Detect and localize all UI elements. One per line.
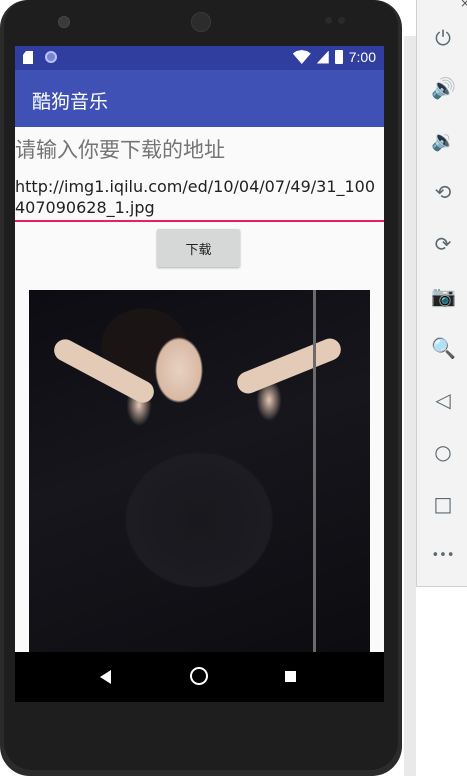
signal-icon bbox=[316, 50, 329, 64]
phone-top-bezel bbox=[0, 0, 402, 46]
camera-icon[interactable]: 📷 bbox=[431, 284, 456, 308]
window-strip bbox=[404, 36, 416, 776]
back-icon[interactable]: ◁ bbox=[431, 388, 455, 412]
proximity-sensor bbox=[325, 17, 332, 24]
power-icon[interactable]: ⏻ bbox=[431, 26, 455, 50]
rotate-left-icon[interactable]: ⟲ bbox=[431, 180, 455, 204]
volume-up-icon[interactable]: 🔊 bbox=[431, 76, 456, 100]
url-input[interactable]: http://img1.iqilu.com/ed/10/04/07/49/31_… bbox=[15, 176, 384, 222]
phone-frame: 7:00 酷狗音乐 请输入你要下载的地址 http://img1.iqilu.c… bbox=[0, 0, 402, 776]
photo-detail-right-arm bbox=[233, 335, 345, 397]
status-time: 7:00 bbox=[348, 49, 376, 65]
light-sensor bbox=[338, 17, 345, 24]
photo-detail-chain bbox=[313, 290, 316, 702]
front-camera bbox=[58, 16, 70, 28]
zoom-icon[interactable]: 🔍 bbox=[431, 336, 456, 360]
sd-card-icon bbox=[23, 51, 33, 64]
url-prompt-label: 请输入你要下载的地址 bbox=[15, 138, 225, 162]
notification-dot-icon bbox=[45, 51, 57, 63]
close-icon[interactable]: × bbox=[460, 0, 467, 10]
nav-home-icon[interactable] bbox=[190, 667, 208, 685]
overview-icon[interactable]: □ bbox=[431, 492, 455, 516]
home-icon[interactable]: ○ bbox=[431, 440, 455, 464]
downloaded-image bbox=[29, 290, 370, 702]
device-screen: 7:00 酷狗音乐 请输入你要下载的地址 http://img1.iqilu.c… bbox=[15, 46, 384, 702]
photo-detail-left-arm bbox=[50, 335, 158, 407]
navigation-bar bbox=[15, 652, 384, 702]
battery-icon bbox=[334, 50, 343, 64]
app-bar: 酷狗音乐 bbox=[15, 70, 384, 127]
emulator-toolbar: × ⏻ 🔊 🔉 ⟲ ⟳ 📷 🔍 ◁ ○ □ ••• bbox=[416, 0, 467, 587]
nav-recents-icon[interactable] bbox=[285, 671, 296, 682]
download-button[interactable]: 下载 bbox=[157, 229, 240, 267]
app-title: 酷狗音乐 bbox=[32, 91, 109, 113]
volume-down-icon[interactable]: 🔉 bbox=[431, 128, 456, 152]
wifi-icon bbox=[292, 50, 311, 64]
rotate-right-icon[interactable]: ⟳ bbox=[431, 232, 455, 256]
earpiece-speaker bbox=[191, 12, 211, 32]
more-icon[interactable]: ••• bbox=[431, 544, 455, 568]
status-bar: 7:00 bbox=[15, 46, 384, 70]
nav-back-icon[interactable] bbox=[100, 670, 111, 684]
